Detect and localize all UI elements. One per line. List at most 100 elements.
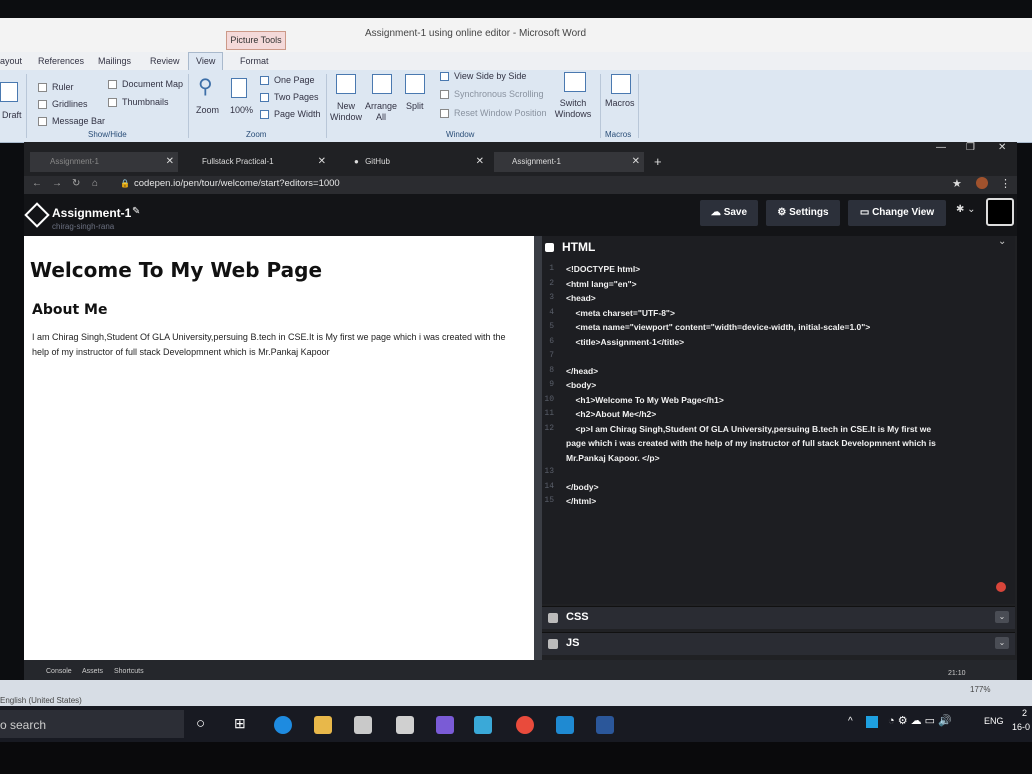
view-side-by-side-button[interactable]: View Side by Side (440, 71, 526, 82)
task-view-icon[interactable]: ⊞ (234, 715, 246, 732)
ruler-checkbox[interactable]: Ruler (38, 82, 74, 93)
tray-chevron-icon[interactable]: ^ (848, 716, 853, 727)
gridlines-checkbox[interactable]: Gridlines (38, 99, 88, 110)
arrange-all-button[interactable]: Arrange All (364, 101, 398, 123)
assets-button[interactable]: Assets (82, 668, 103, 675)
js-chevron-icon[interactable]: ⌄ (995, 637, 1009, 649)
tray-icons[interactable]: ◔ ⚙ ☁ ▭ 🔊 (888, 714, 952, 727)
code-line[interactable]: Mr.Pankaj Kapoor. </p> (566, 453, 660, 463)
user-avatar[interactable] (986, 198, 1014, 226)
html-panel-chevron-icon[interactable]: ⌄ (998, 236, 1006, 247)
minimize-icon[interactable]: — (936, 138, 946, 158)
draft-button[interactable]: Draft (2, 110, 22, 120)
code-line[interactable]: <!DOCTYPE html> (566, 264, 640, 274)
file-explorer-icon[interactable] (314, 716, 332, 734)
split-icon[interactable] (405, 74, 425, 94)
change-view-button[interactable]: ▭ Change View (848, 200, 946, 226)
code-line[interactable]: <title>Assignment-1</title> (566, 337, 684, 347)
browser-tab-assignment-1-inactive[interactable]: Assignment-1 ✕ (30, 152, 178, 172)
document-map-checkbox[interactable]: Document Map (108, 79, 183, 90)
clock-time[interactable]: 2 (1022, 708, 1027, 718)
js-panel[interactable]: JS ⌄ (542, 632, 1015, 655)
settings-button[interactable]: ⚙ Settings (766, 200, 840, 226)
zoom-level[interactable]: 177% (970, 685, 990, 694)
mail-icon[interactable] (396, 716, 414, 734)
new-window-button[interactable]: New Window (330, 101, 362, 123)
code-line[interactable]: <h1>Welcome To My Web Page</h1> (566, 395, 723, 405)
macros-button[interactable]: Macros (605, 98, 635, 108)
css-panel[interactable]: CSS ⌄ (542, 606, 1015, 629)
bookmark-star-icon[interactable]: ★ (952, 177, 962, 190)
html-editor[interactable] (542, 236, 1015, 604)
tab-review[interactable]: Review (150, 56, 180, 66)
code-line[interactable]: </html> (566, 496, 596, 506)
thumbnails-checkbox[interactable]: Thumbnails (108, 97, 169, 108)
close-tab-icon[interactable]: ✕ (318, 152, 326, 172)
code-line[interactable]: <meta name="viewport" content="width=dev… (566, 322, 870, 332)
browser-menu-icon[interactable]: ⋮ (1000, 177, 1011, 190)
code-line[interactable]: </body> (566, 482, 599, 492)
vscode-icon[interactable] (556, 716, 574, 734)
url-input[interactable]: codepen.io/pen/tour/welcome/start?editor… (134, 178, 340, 189)
switch-windows-button[interactable]: Switch Windows (550, 98, 596, 120)
browser-tab-github[interactable]: ● GitHub ✕ (340, 152, 488, 172)
zoom-button[interactable]: Zoom (196, 105, 219, 115)
close-tab-icon[interactable]: ✕ (166, 152, 174, 172)
tab-layout[interactable]: ayout (0, 56, 22, 66)
browser-tab-assignment-1-active[interactable]: Assignment-1 ✕ (494, 152, 644, 172)
code-line[interactable]: <html lang="en"> (566, 279, 637, 289)
error-indicator-icon[interactable] (996, 582, 1006, 592)
tab-references[interactable]: References (38, 56, 84, 66)
clock-date[interactable]: 16-0 (1012, 722, 1030, 732)
back-arrow-icon[interactable]: ← (32, 178, 42, 189)
code-line[interactable]: <body> (566, 380, 596, 390)
zoom-100-button[interactable]: 100% (230, 105, 253, 115)
one-page-button[interactable]: One Page (260, 75, 315, 86)
message-bar-checkbox[interactable]: Message Bar (38, 116, 105, 127)
draft-view-icon[interactable] (0, 82, 18, 102)
tab-mailings[interactable]: Mailings (98, 56, 131, 66)
browser-tab-fullstack[interactable]: Fullstack Practical-1 ✕ (184, 152, 330, 172)
close-tab-icon[interactable]: ✕ (632, 152, 640, 172)
profile-avatar[interactable] (976, 177, 988, 189)
sync-scrolling-button[interactable]: Synchronous Scrolling (440, 89, 544, 100)
forward-arrow-icon[interactable]: → (52, 178, 62, 189)
window-close-icon[interactable]: ✕ (998, 138, 1006, 158)
language-status[interactable]: English (United States) (0, 696, 82, 705)
picture-tools-tab[interactable]: Picture Tools (226, 31, 286, 50)
tray-app-icon[interactable] (866, 716, 878, 728)
maximize-icon[interactable]: ❐ (966, 138, 975, 158)
console-button[interactable]: Console (46, 668, 72, 675)
app-icon[interactable] (436, 716, 454, 734)
home-icon[interactable]: ⌂ (92, 178, 98, 189)
page-width-button[interactable]: Page Width (260, 109, 321, 120)
new-window-icon[interactable] (336, 74, 356, 94)
store-icon[interactable] (354, 716, 372, 734)
code-line[interactable]: <h2>About Me</h2> (566, 409, 656, 419)
zoom-magnifier-icon[interactable]: ⚲ (198, 74, 213, 99)
switch-windows-icon[interactable] (564, 72, 586, 92)
shortcuts-button[interactable]: Shortcuts (114, 668, 144, 675)
code-line[interactable]: <meta charset="UTF-8"> (566, 308, 675, 318)
chrome-icon[interactable] (516, 716, 534, 734)
save-button[interactable]: ☁ Save (700, 200, 758, 226)
app-icon-2[interactable] (474, 716, 492, 734)
two-pages-button[interactable]: Two Pages (260, 92, 319, 103)
reload-icon[interactable]: ↻ (72, 178, 80, 189)
new-tab-plus-icon[interactable]: + (654, 152, 662, 172)
page-100-icon[interactable] (231, 78, 247, 98)
edge-icon[interactable] (274, 716, 292, 734)
cortana-icon[interactable]: ○ (196, 715, 205, 732)
macros-icon[interactable] (611, 74, 631, 94)
code-line[interactable]: <p>I am Chirag Singh,Student Of GLA Univ… (566, 424, 931, 434)
edit-title-pencil-icon[interactable]: ✎ (132, 206, 140, 217)
pen-title[interactable]: Assignment-1 (52, 206, 131, 220)
code-line[interactable]: page which i was created with the help o… (566, 438, 936, 448)
codepen-logo-icon[interactable] (24, 202, 50, 228)
arrange-all-icon[interactable] (372, 74, 392, 94)
pen-author[interactable]: chirag-singh-rana (52, 222, 114, 231)
code-line[interactable]: <head> (566, 293, 596, 303)
close-tab-icon[interactable]: ✕ (476, 152, 484, 172)
taskbar-search-box[interactable]: o search (0, 710, 184, 738)
pin-icon[interactable]: ✱ ⌄ (956, 204, 976, 215)
